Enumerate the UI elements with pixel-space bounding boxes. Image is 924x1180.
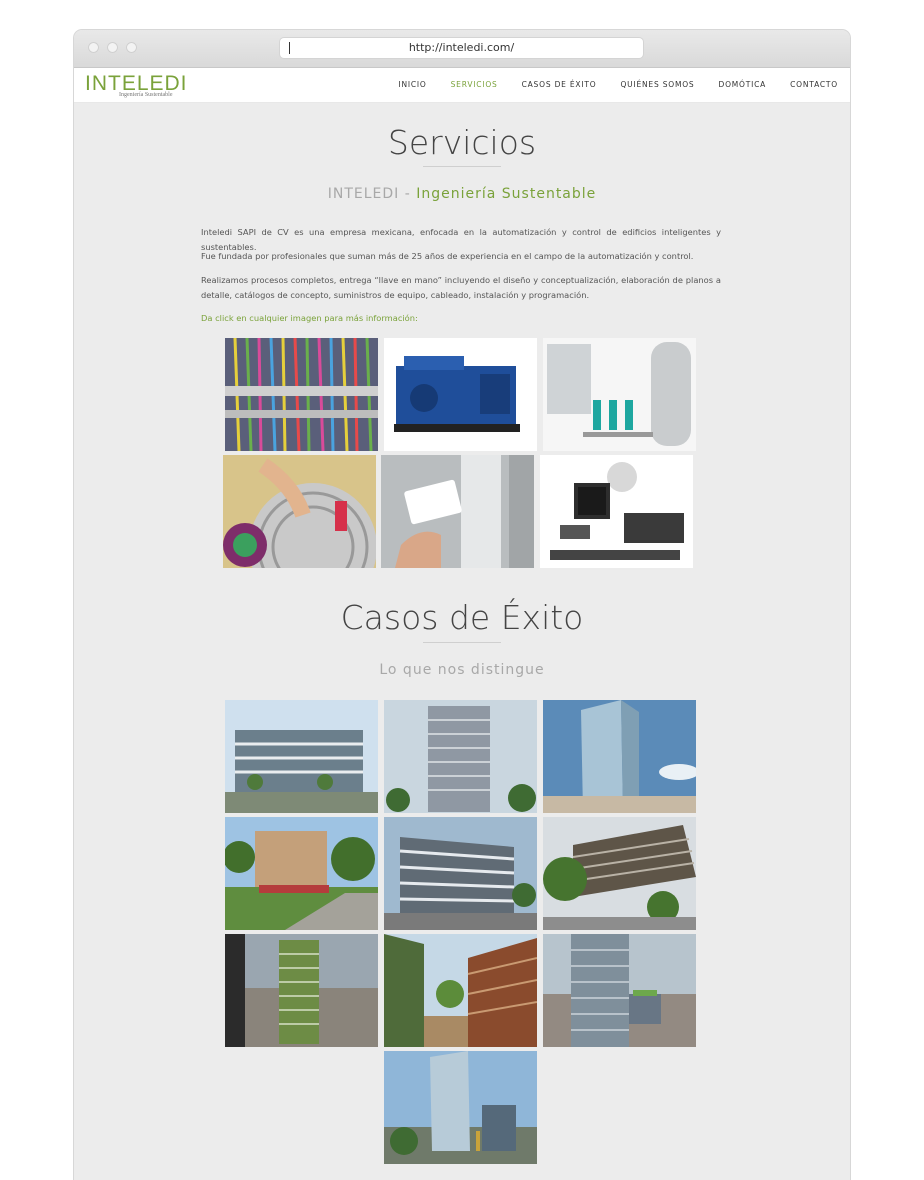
service-image-security-camera-system[interactable] — [540, 455, 693, 568]
menu-item-servicios[interactable]: SERVICIOS — [451, 80, 498, 89]
casos-title: Casos de Éxito — [340, 598, 584, 637]
menu-item-casos-de-exito[interactable]: CASOS DE ÉXITO — [522, 80, 597, 89]
case-image-building-1[interactable] — [225, 700, 378, 813]
browser-toolbar: http://inteledi.com/ — [74, 30, 850, 68]
case-image-building-6[interactable] — [543, 817, 696, 930]
casos-subtitle: Lo que nos distingue — [379, 662, 545, 678]
case-image-building-5[interactable] — [384, 817, 537, 930]
services-paragraph: Realizamos procesos completos, entrega “… — [201, 275, 721, 300]
menu-item-inicio[interactable]: INICIO — [398, 80, 426, 89]
menu-item-domotica[interactable]: DOMÓTICA — [719, 80, 767, 89]
main-menu: INICIO SERVICIOS CASOS DE ÉXITO QUIÉNES … — [398, 80, 838, 89]
servicios-title: Servicios — [387, 123, 537, 162]
close-window-dot[interactable] — [88, 42, 99, 53]
site-header: INTELEDI Ingeniería Sustentable INICIO S… — [74, 68, 850, 103]
title-divider — [423, 166, 501, 167]
service-image-power-generator[interactable] — [384, 338, 537, 451]
service-image-water-pump-system[interactable] — [543, 338, 696, 451]
case-image-building-4[interactable] — [225, 817, 378, 930]
logo-tagline: Ingeniería Sustentable — [119, 92, 173, 98]
menu-item-quienes-somos[interactable]: QUIÉNES SOMOS — [620, 80, 694, 89]
service-image-network-cabling[interactable] — [225, 338, 378, 451]
case-image-building-9[interactable] — [543, 934, 696, 1047]
maximize-window-dot[interactable] — [126, 42, 137, 53]
history-paragraph: Fue fundada por profesionales que suman … — [201, 251, 694, 261]
click-hint: Da click en cualquier imagen para más in… — [201, 313, 418, 323]
case-image-building-3[interactable] — [543, 700, 696, 813]
case-image-building-7[interactable] — [225, 934, 378, 1047]
subtitle-tagline: Ingeniería Sustentable — [416, 186, 597, 202]
text-caret — [289, 42, 290, 54]
menu-item-contacto[interactable]: CONTACTO — [790, 80, 838, 89]
browser-window: http://inteledi.com/ INTELEDI Ingeniería… — [74, 30, 850, 1180]
minimize-window-dot[interactable] — [107, 42, 118, 53]
address-bar[interactable]: http://inteledi.com/ — [280, 38, 643, 58]
subtitle-brand: INTELEDI - — [327, 186, 411, 202]
service-image-access-card-reader[interactable] — [381, 455, 534, 568]
case-image-building-2[interactable] — [384, 700, 537, 813]
address-bar-url: http://inteledi.com/ — [408, 41, 515, 54]
case-image-building-10[interactable] — [384, 1051, 537, 1164]
servicios-subtitle: INTELEDI - Ingeniería Sustentable — [74, 186, 850, 202]
casos-title-divider — [423, 642, 501, 643]
service-image-hvac-service[interactable] — [223, 455, 376, 568]
case-image-building-8[interactable] — [384, 934, 537, 1047]
